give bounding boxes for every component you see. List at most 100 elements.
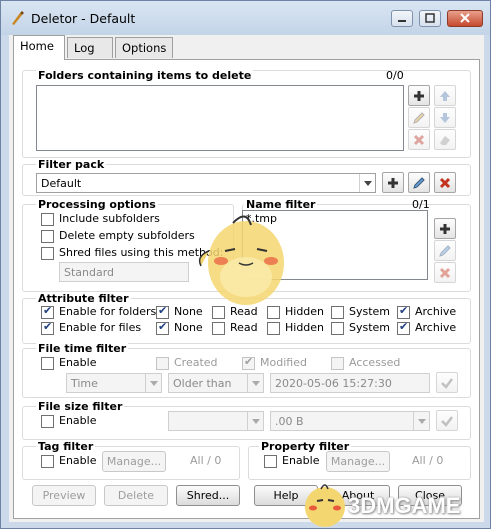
move-down-button[interactable] — [434, 107, 456, 128]
add-name-filter-button[interactable] — [434, 218, 456, 239]
delete-empty-checkbox[interactable] — [41, 230, 54, 243]
delete-icon — [439, 267, 451, 279]
delete-empty-label: Delete empty subfolders — [59, 229, 195, 242]
edit-pack-button[interactable] — [408, 172, 430, 193]
size-value: .00 B — [275, 415, 304, 428]
time-unit-select[interactable]: Time — [66, 373, 162, 393]
remove-folder-button[interactable] — [408, 129, 430, 150]
move-up-button[interactable] — [434, 85, 456, 106]
file-size-enable-label: Enable — [59, 414, 97, 427]
shred-button[interactable]: Shred... — [176, 485, 240, 506]
pencil-icon — [439, 245, 451, 257]
tab-log[interactable]: Log — [67, 37, 113, 58]
folders-system-checkbox[interactable] — [331, 306, 344, 319]
size-value-select[interactable]: .00 B — [270, 411, 430, 431]
title-bar[interactable]: Deletor - Default — [1, 1, 490, 35]
files-none-checkbox[interactable] — [156, 320, 169, 335]
delete-pack-button[interactable] — [434, 172, 456, 193]
chevron-down-icon — [359, 174, 375, 192]
delete-icon — [439, 177, 451, 189]
shred-method-select[interactable]: Standard — [59, 262, 189, 282]
files-system-checkbox[interactable] — [331, 322, 344, 335]
tab-home-label: Home — [20, 39, 54, 53]
created-label: Created — [174, 356, 218, 369]
property-enable-checkbox[interactable] — [264, 455, 277, 468]
folders-list[interactable] — [36, 85, 404, 151]
tab-options[interactable]: Options — [115, 37, 173, 58]
delete-label: Delete — [117, 489, 155, 502]
include-subfolders-checkbox[interactable] — [41, 213, 54, 226]
add-pack-button[interactable] — [382, 172, 404, 193]
delete-name-filter-button[interactable] — [434, 262, 456, 283]
property-manage-button[interactable]: Manage... — [326, 451, 390, 472]
preview-button[interactable]: Preview — [32, 485, 96, 506]
tab-home[interactable]: Home — [13, 35, 65, 60]
time-relation-value: Older than — [173, 377, 232, 390]
datetime-field[interactable]: 2020-05-06 15:27:30 — [270, 373, 430, 393]
mascot-watermark-image — [198, 215, 284, 305]
tag-enable-checkbox[interactable] — [41, 455, 54, 468]
size-relation-select[interactable] — [168, 411, 264, 431]
folders-count: 0/0 — [386, 69, 404, 82]
shred-method-value: Standard — [64, 266, 115, 279]
folders-title: Folders containing items to delete — [36, 69, 254, 82]
maximize-icon — [425, 13, 435, 23]
processing-title: Processing options — [36, 198, 158, 211]
chevron-down-icon — [247, 412, 263, 430]
tag-manage-label: Manage... — [106, 455, 162, 468]
folders-system-label: System — [349, 305, 391, 318]
files-system-label: System — [349, 321, 391, 334]
accessed-checkbox[interactable] — [331, 357, 344, 370]
minimize-button[interactable] — [391, 10, 413, 27]
help-label: Help — [273, 489, 299, 502]
file-size-enable-checkbox[interactable] — [41, 415, 54, 428]
edit-name-filter-button[interactable] — [434, 240, 456, 261]
include-subfolders-label: Include subfolders — [59, 212, 160, 225]
folders-none-checkbox[interactable] — [156, 304, 169, 319]
file-time-enable-checkbox[interactable] — [41, 357, 54, 370]
arrow-up-icon — [440, 91, 450, 101]
app-icon — [12, 11, 24, 25]
apply-time-button[interactable] — [436, 372, 458, 393]
file-time-filter-title: File time filter — [36, 342, 129, 355]
files-archive-checkbox[interactable] — [397, 320, 410, 335]
shred-label: Shred... — [186, 489, 230, 502]
files-read-checkbox[interactable] — [212, 322, 225, 335]
filter-pack-select[interactable]: Default — [36, 173, 376, 193]
folders-archive-label: Archive — [415, 305, 457, 318]
enable-folders-label: Enable for folders — [59, 305, 157, 318]
tag-manage-button[interactable]: Manage... — [102, 451, 166, 472]
arrow-down-icon — [440, 113, 450, 123]
property-manage-label: Manage... — [330, 455, 386, 468]
files-hidden-checkbox[interactable] — [267, 322, 280, 335]
modified-checkbox[interactable] — [242, 355, 255, 370]
maximize-button[interactable] — [419, 10, 441, 27]
close-window-button[interactable] — [447, 10, 483, 27]
window-title: Deletor - Default — [31, 11, 136, 26]
enable-folders-checkbox[interactable] — [41, 304, 54, 319]
files-read-label: Read — [230, 321, 258, 334]
datetime-value: 2020-05-06 15:27:30 — [275, 377, 392, 390]
enable-files-checkbox[interactable] — [41, 320, 54, 335]
folders-archive-checkbox[interactable] — [397, 304, 410, 319]
shred-files-checkbox[interactable] — [41, 247, 54, 260]
pencil-icon — [413, 112, 425, 124]
add-folder-button[interactable] — [408, 85, 430, 106]
edit-folder-button[interactable] — [408, 107, 430, 128]
delete-button[interactable]: Delete — [104, 485, 168, 506]
time-relation-select[interactable]: Older than — [168, 373, 264, 393]
created-checkbox[interactable] — [156, 357, 169, 370]
chevron-down-icon — [247, 374, 263, 392]
close-icon — [460, 13, 470, 23]
chevron-down-icon — [145, 374, 161, 392]
file-time-enable-label: Enable — [59, 356, 97, 369]
tag-filter-title: Tag filter — [36, 440, 96, 453]
tag-enable-label: Enable — [59, 454, 97, 467]
apply-size-button[interactable] — [436, 410, 458, 431]
clear-folders-button[interactable] — [434, 129, 456, 150]
app-window: Deletor - Default Home Log Options Folde… — [0, 0, 491, 529]
accessed-label: Accessed — [349, 356, 401, 369]
files-archive-label: Archive — [415, 321, 457, 334]
add-icon — [388, 178, 398, 188]
eraser-icon — [440, 136, 450, 145]
